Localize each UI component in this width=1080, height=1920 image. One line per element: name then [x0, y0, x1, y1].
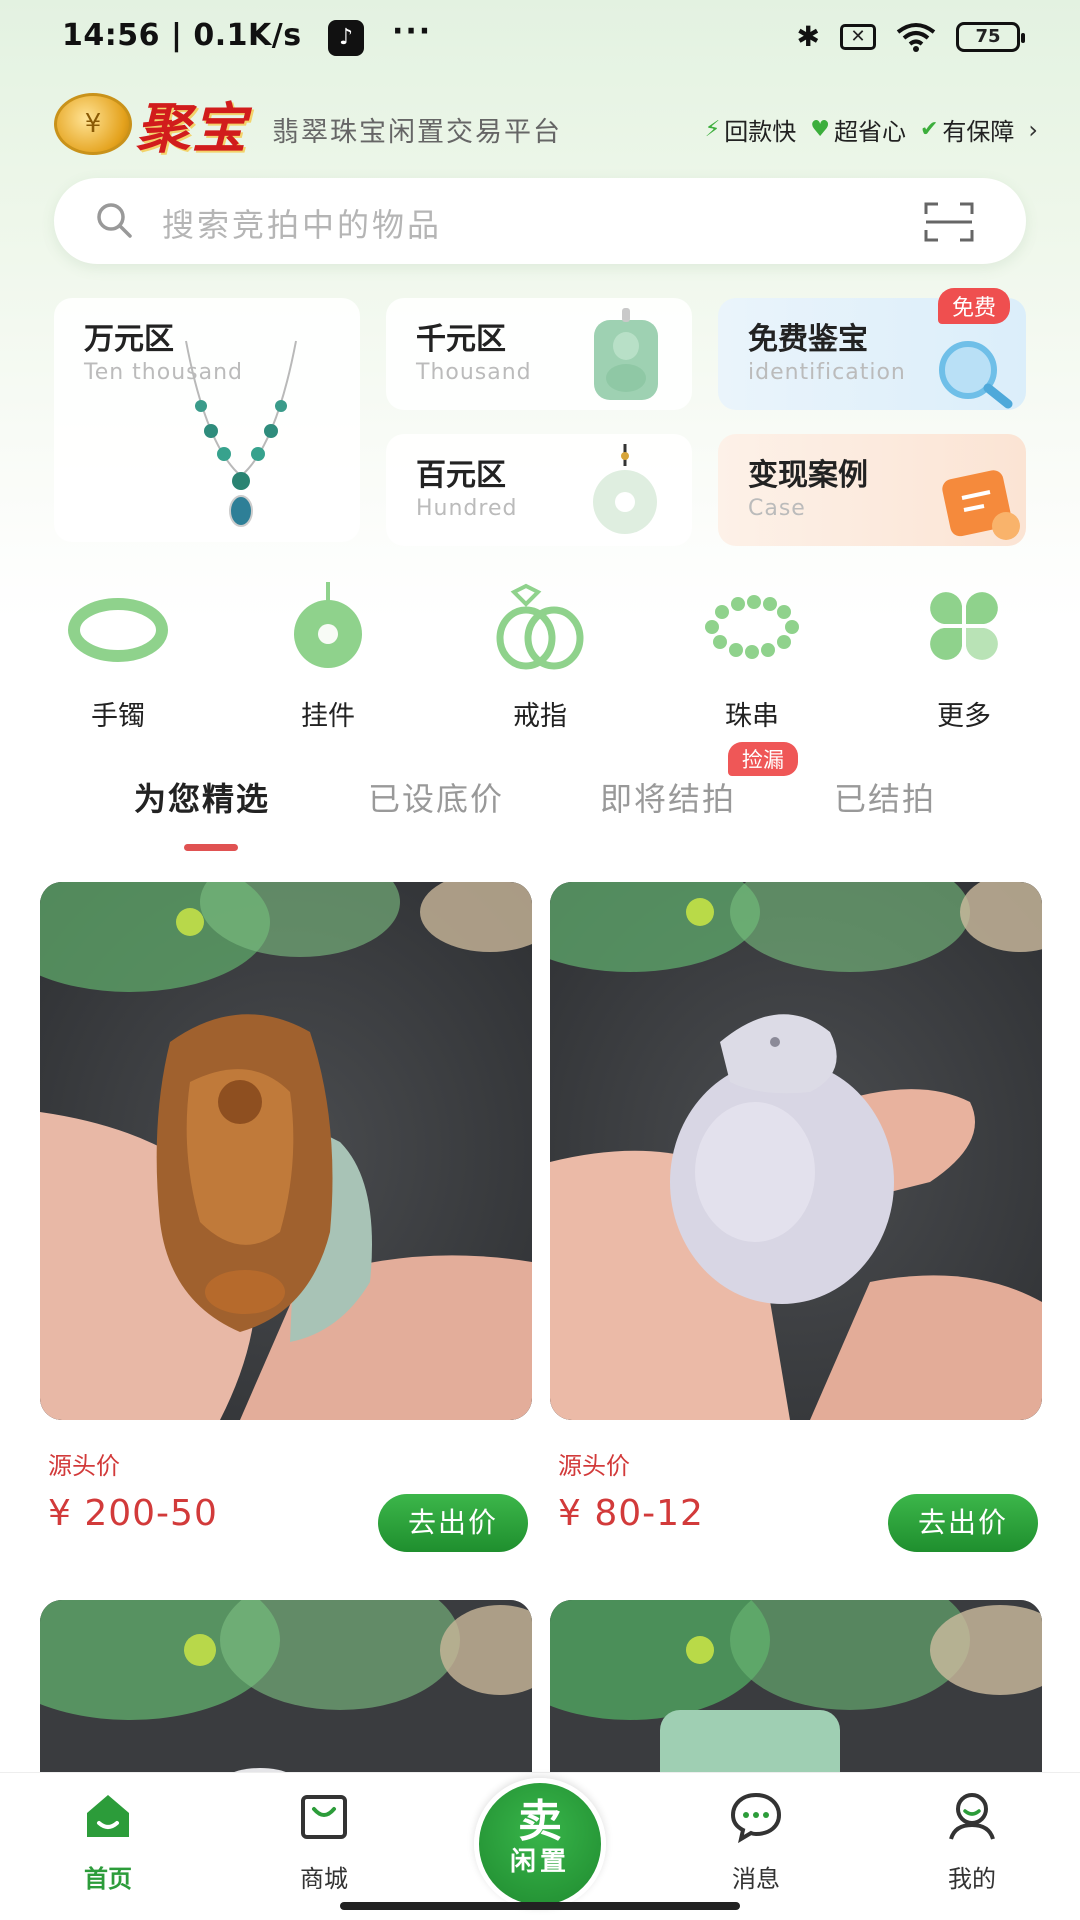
tab-ended[interactable]: 已结拍 [834, 774, 936, 820]
feature-label: 回款快 [724, 118, 797, 146]
shopping-bag-icon [301, 1795, 347, 1839]
home-icon [87, 1795, 129, 1837]
jade-photo-partial [40, 1600, 532, 1800]
chevron-right-icon[interactable]: › [1028, 116, 1038, 144]
sell-idle-button[interactable]: 卖 闲置 [474, 1778, 606, 1910]
zone-title: 千元区 [416, 322, 506, 357]
zone-ten-thousand[interactable]: 万元区 Ten thousand [54, 298, 360, 542]
product-card[interactable]: 源头价 ¥ 200-50 去出价 [40, 882, 532, 1552]
nav-messages[interactable]: 消息 [696, 1789, 816, 1894]
tab-selected-for-you[interactable]: 为您精选 [134, 774, 270, 820]
chat-bubble-icon [730, 1792, 782, 1844]
bid-button[interactable]: 去出价 [888, 1494, 1038, 1552]
tiktok-notification-icon: ♪ [328, 20, 364, 56]
zone-title: 万元区 [84, 322, 174, 357]
jade-photo-partial [550, 1600, 1042, 1800]
feature-label: 超省心 [833, 118, 906, 146]
category-pendant[interactable]: 挂件 [258, 582, 398, 733]
feature-fast-payout: ⚡ 回款快 [705, 112, 796, 147]
category-label: 更多 [937, 701, 991, 732]
category-label: 戒指 [513, 701, 567, 732]
nav-profile[interactable]: 我的 [912, 1789, 1032, 1894]
product-card[interactable] [40, 1600, 532, 1800]
bangle-icon [68, 598, 168, 662]
bargain-badge: 捡漏 [728, 742, 798, 776]
clover-more-icon [930, 592, 998, 660]
category-ring[interactable]: 戒指 [470, 582, 610, 733]
zone-title: 百元区 [416, 458, 506, 493]
status-time: 14:56 | 0.1K/s [62, 18, 302, 53]
ring-icon [496, 583, 584, 670]
necklace-icon [185, 340, 297, 527]
feature-label: 有保障 [942, 118, 1015, 146]
price-label: 源头价 [48, 1452, 120, 1480]
buddha-pendant-icon [594, 308, 658, 400]
pendant-icon [294, 582, 362, 668]
bid-button[interactable]: 去出价 [378, 1494, 528, 1552]
sell-sub-label: 闲置 [509, 1847, 570, 1877]
bead-bracelet-icon [705, 595, 799, 659]
donut-pendant-icon [593, 444, 657, 534]
search-icon [97, 203, 132, 238]
zone-cash-cases[interactable]: 变现案例 Case [718, 434, 1026, 546]
zone-subtitle: Case [748, 496, 806, 521]
zone-thousand[interactable]: 千元区 Thousand [386, 298, 692, 410]
category-bangle[interactable]: 手镯 [48, 582, 188, 733]
nav-label: 首页 [84, 1865, 132, 1893]
nav-home[interactable]: 首页 [48, 1789, 168, 1894]
heart-icon: ♥ [810, 117, 830, 142]
category-bead-bracelet[interactable]: 珠串 [682, 582, 822, 733]
category-label: 挂件 [301, 701, 355, 732]
zone-subtitle: Hundred [416, 496, 518, 521]
tab-reserve-price-set[interactable]: 已设底价 [368, 774, 504, 820]
zone-subtitle: Thousand [416, 360, 532, 385]
tab-ending-soon[interactable]: 即将结拍 [600, 774, 736, 820]
wifi-icon [896, 22, 936, 52]
coin-logo-icon: ¥ [54, 92, 132, 155]
nav-label: 商城 [300, 1865, 348, 1893]
feature-guaranteed: ✔ 有保障 [920, 112, 1014, 147]
home-indicator[interactable] [340, 1902, 740, 1910]
logo-text: 聚宝 [136, 97, 248, 160]
no-sim-icon: ✕ [840, 23, 876, 50]
bluetooth-icon: ✱ [796, 20, 820, 53]
nav-mall[interactable]: 商城 [264, 1789, 384, 1894]
app-logo: ¥ 聚宝 [54, 84, 248, 163]
zone-title: 变现案例 [748, 458, 868, 493]
category-label: 珠串 [725, 701, 779, 732]
product-image[interactable] [550, 882, 1042, 1420]
free-badge: 免费 [938, 288, 1011, 324]
more-notifications-icon: ··· [392, 14, 433, 49]
product-image[interactable] [40, 882, 532, 1420]
search-bar[interactable]: 搜索竞拍中的物品 [54, 178, 1026, 264]
jade-carving-photo [40, 882, 532, 1420]
product-image[interactable] [40, 1600, 532, 1800]
feature-badges[interactable]: ⚡ 回款快 ♥ 超省心 ✔ 有保障 › [705, 112, 1038, 147]
scan-icon[interactable] [924, 200, 974, 244]
product-image[interactable] [550, 1600, 1042, 1800]
jade-gourd-photo [550, 882, 1042, 1420]
magnifier-icon [939, 341, 1013, 409]
slogan: 翡翠珠宝闲置交易平台 [272, 117, 562, 148]
nav-label: 我的 [948, 1865, 996, 1893]
product-card[interactable] [550, 1600, 1042, 1800]
active-tab-indicator [184, 844, 238, 851]
product-card[interactable]: 源头价 ¥ 80-12 去出价 [550, 882, 1042, 1552]
user-icon [949, 1793, 995, 1840]
battery-icon: 75 [956, 21, 1025, 52]
zone-hundred[interactable]: 百元区 Hundred [386, 434, 692, 546]
category-label: 手镯 [91, 701, 145, 732]
shield-check-icon: ✔ [919, 117, 939, 142]
lightning-icon: ⚡ [704, 117, 721, 142]
sell-label: 卖 [518, 1796, 562, 1847]
category-more[interactable]: 更多 [894, 582, 1034, 733]
case-document-icon [942, 470, 1020, 540]
feature-worry-free: ♥ 超省心 [810, 112, 906, 147]
zone-subtitle: identification [748, 360, 906, 385]
status-bar: 14:56 | 0.1K/s ♪ ··· ✱ ✕ 75 [0, 0, 1080, 76]
nav-label: 消息 [732, 1865, 780, 1893]
price-label: 源头价 [558, 1452, 630, 1480]
search-input[interactable]: 搜索竞拍中的物品 [162, 200, 442, 246]
zone-title: 免费鉴宝 [748, 322, 868, 357]
